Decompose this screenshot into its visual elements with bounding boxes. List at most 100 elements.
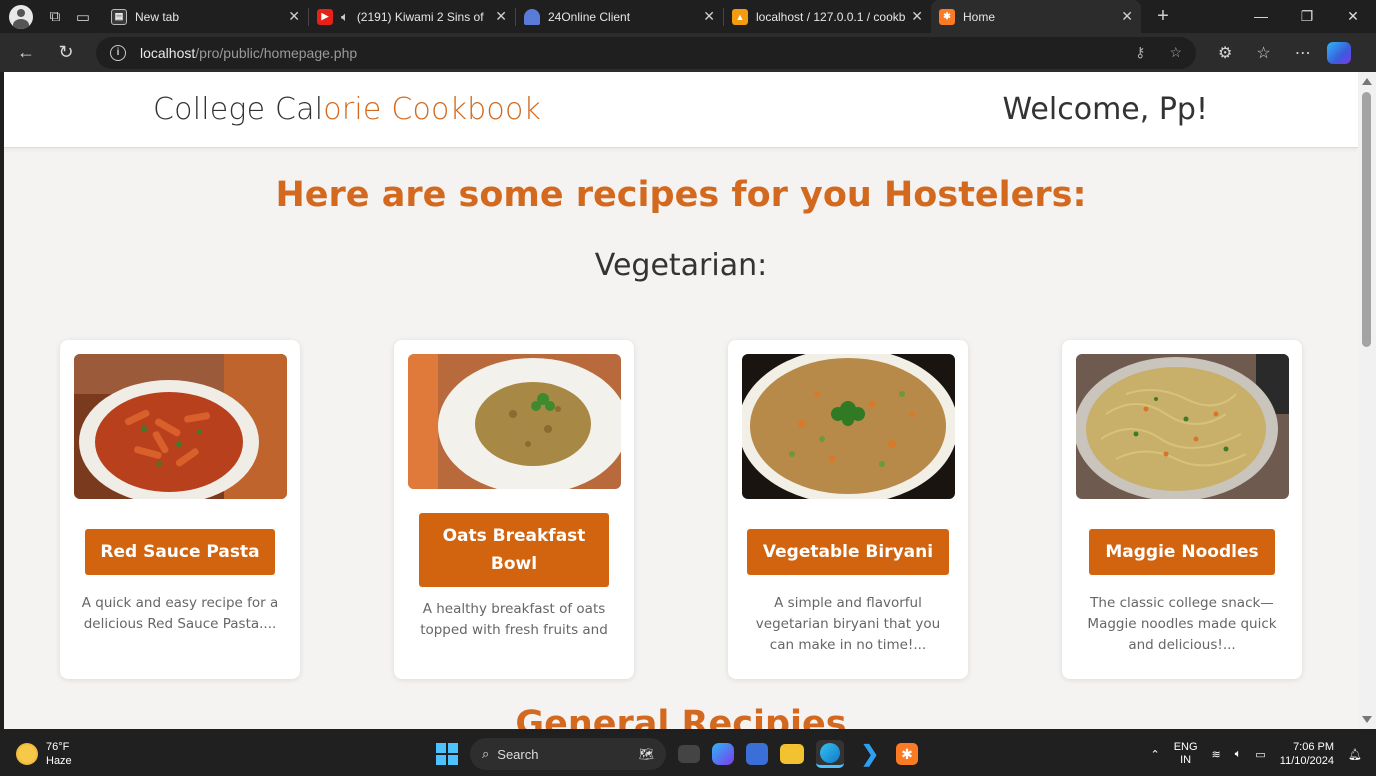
recipe-description: The classic college snack—Maggie noodles… xyxy=(1087,595,1277,653)
recipe-description: A healthy breakfast of oats topped with … xyxy=(420,601,608,638)
tab-title: localhost / 127.0.0.1 / cookbc xyxy=(756,9,906,24)
xampp-taskbar-icon[interactable]: ✱ xyxy=(896,743,918,765)
region-code: IN xyxy=(1180,754,1192,766)
page-heading: Here are some recipes for you Hostelers: xyxy=(275,175,1087,215)
search-highlight-icon: 🗺︎ xyxy=(638,747,654,761)
client-icon xyxy=(524,8,540,25)
tab-actions-icon[interactable]: ▭ xyxy=(69,3,97,31)
recipe-card: Red Sauce Pasta A quick and easy recipe … xyxy=(60,340,300,679)
welcome-message: Welcome, Pp! xyxy=(1002,92,1208,127)
more-menu-icon[interactable]: ⋯ xyxy=(1295,43,1311,63)
tab-phpmyadmin[interactable]: ▲ localhost / 127.0.0.1 / cookbc ✕ xyxy=(724,0,931,33)
recipe-button-maggie-noodles[interactable]: Maggie Noodles xyxy=(1089,529,1275,575)
language-code: ENG xyxy=(1173,741,1198,753)
recipe-button-red-sauce-pasta[interactable]: Red Sauce Pasta xyxy=(85,529,275,575)
profile-avatar[interactable] xyxy=(9,4,33,29)
category-heading: Vegetarian: xyxy=(594,248,768,283)
new-tab-plus-icon[interactable]: + xyxy=(1149,3,1177,31)
window-controls: — ❐ ✕ xyxy=(1238,8,1376,25)
weather-condition: Haze xyxy=(46,755,72,767)
favorites-icon[interactable]: ☆ xyxy=(1256,43,1270,63)
tab-title: 24Online Client xyxy=(548,9,631,24)
password-key-icon[interactable]: ⚷ xyxy=(1135,44,1145,61)
site-header: College Calorie Cookbook Welcome, Pp! xyxy=(4,72,1358,148)
battery-icon[interactable]: ▭ xyxy=(1255,748,1265,761)
file-explorer-icon[interactable] xyxy=(780,744,804,764)
input-language[interactable]: ENG IN xyxy=(1174,741,1198,767)
tab-title: Home xyxy=(963,9,996,24)
extensions-icon[interactable]: ⚙ xyxy=(1218,43,1232,63)
tab-home[interactable]: ✱ Home ✕ xyxy=(931,0,1141,33)
vscode-icon[interactable]: ❯ xyxy=(856,740,884,768)
clock-date: 11/10/2024 xyxy=(1279,755,1335,767)
scrollbar-thumb[interactable] xyxy=(1362,92,1371,347)
recipe-card: Oats Breakfast Bowl A healthy breakfast … xyxy=(394,340,634,679)
page-viewport: College Calorie Cookbook Welcome, Pp! He… xyxy=(4,72,1358,729)
brand-text-main: College Cal xyxy=(153,92,324,127)
show-hidden-icons[interactable]: ⌃ xyxy=(1150,748,1159,761)
address-toolbar: ← ↻ i localhost /pro/public/homepage.php… xyxy=(0,33,1376,72)
recipe-image-biryani xyxy=(742,354,955,499)
system-clock[interactable]: 7:06 PM 11/10/2024 xyxy=(1280,740,1334,768)
scroll-down-icon[interactable] xyxy=(1362,716,1372,723)
taskbar-search[interactable]: ⌕ Search 🗺︎ xyxy=(470,738,666,770)
volume-icon[interactable]: 🔈︎ xyxy=(1235,748,1242,761)
windows-start-icon[interactable] xyxy=(436,743,458,765)
phpmyadmin-icon: ▲ xyxy=(732,8,748,25)
store-icon[interactable] xyxy=(746,743,768,765)
recipe-description: A simple and flavorful vegetarian biryan… xyxy=(755,595,941,653)
wifi-icon[interactable]: ≋ xyxy=(1212,748,1221,761)
close-icon[interactable]: ✕ xyxy=(495,8,507,25)
brand-text-accent: orie Cookbook xyxy=(323,92,542,127)
refresh-icon[interactable]: ↻ xyxy=(46,42,86,63)
site-info-icon[interactable]: i xyxy=(110,44,126,61)
favorite-star-icon[interactable]: ☆ xyxy=(1169,44,1182,61)
tab-new-tab[interactable]: ▤ New tab ✕ xyxy=(103,0,308,33)
new-tab-icon: ▤ xyxy=(111,8,127,25)
recipe-card: Vegetable Biryani A simple and flavorful… xyxy=(728,340,968,679)
close-icon[interactable]: ✕ xyxy=(1121,8,1133,25)
site-logo[interactable]: College Calorie Cookbook xyxy=(153,92,541,127)
general-recipes-heading: General Recipies xyxy=(515,704,847,729)
windows-taskbar: 76°F Haze ⌕ Search 🗺︎ ❯ ✱ ⌃ ENG IN ≋ 🔈︎ … xyxy=(0,732,1376,776)
copilot-taskbar-icon[interactable] xyxy=(712,743,734,765)
tab-title: (2191) Kiwami 2 Sins of xyxy=(356,9,484,24)
recipe-card: Maggie Noodles The classic college snack… xyxy=(1062,340,1302,679)
weather-haze-icon xyxy=(16,743,38,765)
recipe-image-oats xyxy=(408,354,621,489)
tab-youtube[interactable]: ▶ 🔈︎ (2191) Kiwami 2 Sins of ✕ xyxy=(309,0,515,33)
close-icon[interactable]: ✕ xyxy=(288,8,300,25)
edge-icon[interactable] xyxy=(816,740,844,768)
copilot-icon[interactable] xyxy=(1326,41,1351,64)
recipe-description: A quick and easy recipe for a delicious … xyxy=(81,595,279,632)
back-arrow-icon[interactable]: ← xyxy=(6,42,46,63)
clock-time: 7:06 PM xyxy=(1293,741,1335,753)
recipe-button-oats-breakfast-bowl[interactable]: Oats Breakfast Bowl xyxy=(419,513,609,587)
recipe-image-maggie xyxy=(1076,354,1289,499)
speaker-icon[interactable]: 🔈︎ xyxy=(341,9,349,25)
search-icon: ⌕ xyxy=(482,746,490,761)
recipe-image-pasta xyxy=(74,354,287,499)
page-scrollbar[interactable] xyxy=(1358,72,1376,729)
workspaces-icon[interactable]: ⧉ xyxy=(41,3,69,31)
scroll-up-icon[interactable] xyxy=(1362,78,1372,85)
url-bar[interactable]: i localhost /pro/public/homepage.php ⚷ ☆ xyxy=(96,36,1196,69)
search-label: Search xyxy=(497,746,539,762)
url-host: localhost xyxy=(140,44,196,61)
weather-widget[interactable]: 76°F Haze xyxy=(16,740,72,768)
close-icon[interactable]: ✕ xyxy=(703,8,715,25)
url-path: /pro/public/homepage.php xyxy=(195,44,358,61)
xampp-icon: ✱ xyxy=(939,8,955,25)
task-view-icon[interactable] xyxy=(678,745,700,763)
youtube-icon: ▶ xyxy=(317,8,333,25)
close-icon[interactable]: ✕ xyxy=(911,8,923,25)
maximize-icon[interactable]: ❐ xyxy=(1284,8,1330,25)
tab-title: New tab xyxy=(135,9,180,24)
recipe-button-vegetable-biryani[interactable]: Vegetable Biryani xyxy=(747,529,949,575)
notification-bell-icon[interactable]: 🔔︎ xyxy=(1348,748,1362,761)
window-close-icon[interactable]: ✕ xyxy=(1330,8,1376,25)
tab-24online[interactable]: 24Online Client ✕ xyxy=(516,0,723,33)
minimize-icon[interactable]: — xyxy=(1238,8,1284,25)
browser-tab-bar: ⧉ ▭ ▤ New tab ✕ ▶ 🔈︎ (2191) Kiwami 2 Sin… xyxy=(0,0,1376,33)
weather-temp: 76°F xyxy=(46,741,70,753)
